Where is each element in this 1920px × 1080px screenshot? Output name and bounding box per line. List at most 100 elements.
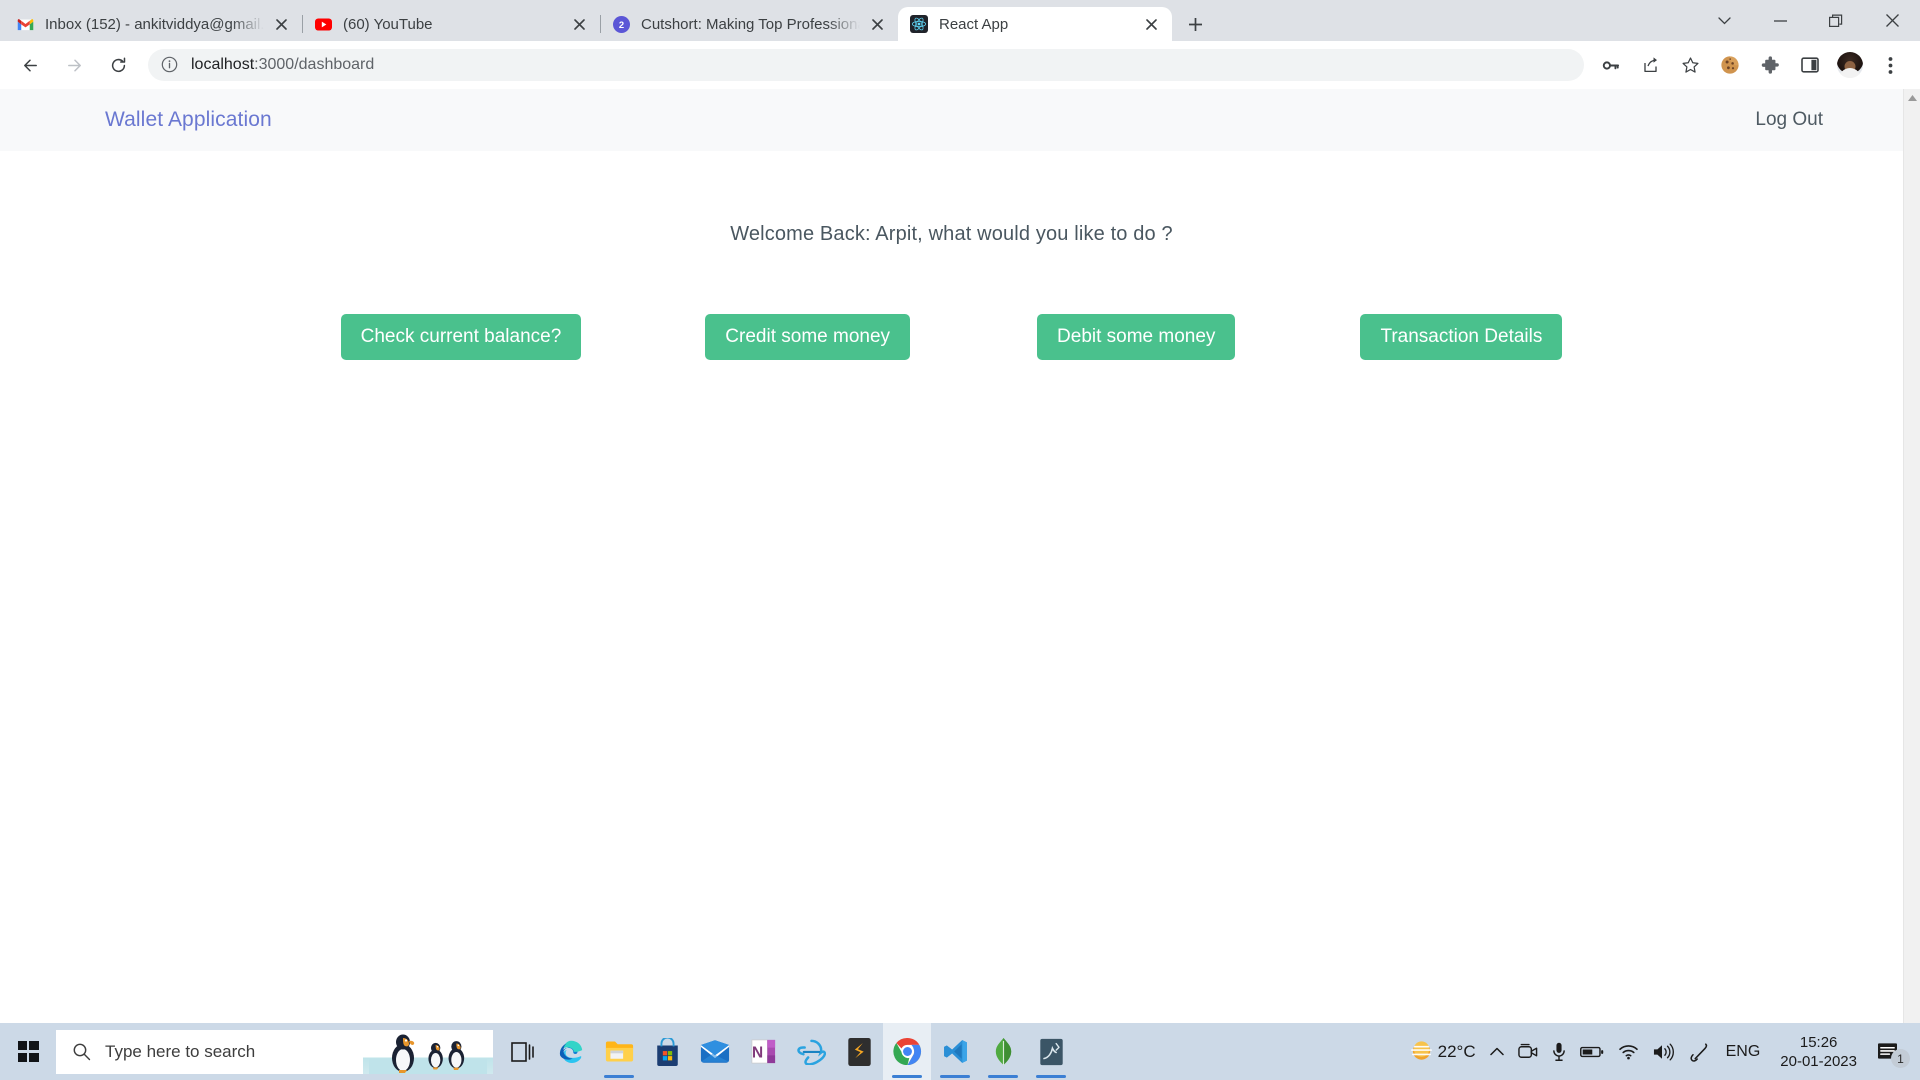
start-button[interactable]	[0, 1023, 56, 1080]
mail-icon[interactable]	[691, 1023, 739, 1080]
microsoft-edge-icon[interactable]	[547, 1023, 595, 1080]
url-host: localhost	[191, 56, 255, 73]
battery-icon[interactable]	[1573, 1023, 1611, 1080]
address-bar[interactable]: localhost:3000/dashboard	[148, 49, 1584, 81]
internet-explorer-icon[interactable]	[787, 1023, 835, 1080]
pen-ink-icon[interactable]	[1682, 1023, 1716, 1080]
close-window-button[interactable]	[1864, 0, 1920, 41]
notification-badge: 1	[1891, 1049, 1910, 1068]
taskbar-clock[interactable]: 15:26 20-01-2023	[1770, 1033, 1867, 1071]
browser-tab-gmail[interactable]: Inbox (152) - ankitviddya@gmail.	[4, 7, 302, 41]
new-tab-button[interactable]	[1178, 7, 1212, 41]
avatar	[1837, 52, 1863, 78]
tab-close-button[interactable]	[270, 13, 292, 35]
profile-avatar[interactable]	[1833, 48, 1867, 82]
penguins-image	[363, 1029, 493, 1074]
app-brand-link[interactable]: Wallet Application	[105, 108, 272, 132]
vs-code-icon[interactable]	[931, 1023, 979, 1080]
side-panel-icon[interactable]	[1793, 48, 1827, 82]
tab-strip: Inbox (152) - ankitviddya@gmail. (60) Yo…	[0, 0, 1920, 41]
tab-title: React App	[939, 15, 1009, 33]
scroll-up-button[interactable]	[1904, 89, 1920, 106]
gmail-icon	[16, 15, 34, 33]
temperature-label: 22°C	[1437, 1041, 1476, 1061]
volume-icon[interactable]	[1646, 1023, 1682, 1080]
taskbar-search-input[interactable]: Type here to search	[56, 1029, 493, 1074]
tab-close-button[interactable]	[866, 13, 888, 35]
clock-date: 20-01-2023	[1780, 1052, 1857, 1070]
cookie-icon[interactable]	[1713, 48, 1747, 82]
web-page: Wallet Application Log Out Welcome Back:…	[0, 89, 1903, 1056]
app-navbar: Wallet Application Log Out	[0, 89, 1903, 151]
share-icon[interactable]	[1633, 48, 1667, 82]
tab-search-button[interactable]	[1696, 0, 1752, 41]
browser-tab-cutshort[interactable]: 2 Cutshort: Making Top Professiona	[600, 7, 898, 41]
debit-money-button[interactable]: Debit some money	[1037, 314, 1236, 360]
minimize-icon	[1773, 19, 1787, 22]
sublime-text-icon[interactable]	[835, 1023, 883, 1080]
toolbar-actions	[1590, 48, 1910, 82]
browser-tab-youtube[interactable]: (60) YouTube	[302, 7, 600, 41]
scrollbar-track[interactable]	[1904, 106, 1920, 1039]
chevron-down-icon	[1717, 16, 1731, 24]
password-key-icon[interactable]	[1593, 48, 1627, 82]
weather-widget[interactable]: 22°C	[1402, 1023, 1483, 1080]
check-balance-button[interactable]: Check current balance?	[340, 314, 582, 360]
google-chrome-icon[interactable]	[883, 1023, 931, 1080]
mongodb-compass-icon[interactable]	[979, 1023, 1027, 1080]
action-button-row: Check current balance? Credit some money…	[0, 314, 1903, 360]
close-icon	[1885, 14, 1899, 27]
credit-money-button[interactable]: Credit some money	[705, 314, 911, 360]
system-tray: 22°C ENG 15:26 20-01-2023 1	[1402, 1023, 1920, 1080]
youtube-icon	[314, 15, 332, 33]
microsoft-store-icon[interactable]	[643, 1023, 691, 1080]
page-viewport: Wallet Application Log Out Welcome Back:…	[0, 89, 1920, 1056]
windows-taskbar: Type here to search N 22°C ENG 15:26 20-…	[0, 1023, 1920, 1080]
tab-title: Cutshort: Making Top Professiona	[641, 15, 860, 33]
tab-title: Inbox (152) - ankitviddya@gmail.	[45, 15, 264, 33]
back-button[interactable]	[13, 48, 47, 82]
reload-button[interactable]	[101, 48, 135, 82]
extensions-puzzle-icon[interactable]	[1753, 48, 1787, 82]
task-view-icon[interactable]	[499, 1023, 547, 1080]
scroll-up-arrow-icon	[1907, 94, 1917, 101]
window-controls	[1696, 0, 1920, 41]
microphone-icon[interactable]	[1545, 1023, 1573, 1080]
restore-icon	[1829, 14, 1843, 27]
transaction-details-button[interactable]: Transaction Details	[1360, 314, 1563, 360]
cutshort-icon: 2	[612, 15, 630, 33]
welcome-message: Welcome Back: Arpit, what would you like…	[730, 223, 1173, 245]
file-explorer-icon[interactable]	[595, 1023, 643, 1080]
show-hidden-icons-button[interactable]	[1483, 1023, 1511, 1080]
wifi-icon[interactable]	[1611, 1023, 1646, 1080]
page-scrollbar[interactable]	[1903, 89, 1920, 1056]
tab-close-button[interactable]	[1140, 13, 1162, 35]
search-placeholder: Type here to search	[105, 1041, 256, 1061]
maximize-button[interactable]	[1808, 0, 1864, 41]
search-icon	[73, 1043, 91, 1061]
tab-close-button[interactable]	[568, 13, 590, 35]
url-path: :3000/dashboard	[254, 56, 375, 73]
svg-text:N: N	[751, 1044, 762, 1061]
svg-text:2: 2	[618, 19, 623, 30]
notification-center-button[interactable]: 1	[1867, 1023, 1912, 1080]
language-indicator[interactable]: ENG	[1716, 1043, 1771, 1061]
onenote-icon[interactable]: N	[739, 1023, 787, 1080]
three-dot-menu-icon	[1888, 56, 1892, 74]
camera-icon[interactable]	[1511, 1023, 1545, 1080]
taskbar-app-icons: N	[499, 1023, 1075, 1080]
weather-sun-icon	[1410, 1040, 1432, 1060]
reload-icon	[111, 57, 125, 72]
minimize-button[interactable]	[1752, 0, 1808, 41]
forward-arrow-icon	[67, 59, 81, 71]
browser-menu-button[interactable]	[1873, 48, 1907, 82]
mysql-workbench-icon[interactable]	[1027, 1023, 1075, 1080]
browser-tab-react-app[interactable]: React App	[898, 7, 1172, 41]
plus-icon	[1188, 17, 1202, 31]
bookmark-star-icon[interactable]	[1673, 48, 1707, 82]
browser-window: Inbox (152) - ankitviddya@gmail. (60) Yo…	[0, 0, 1920, 1056]
logout-link[interactable]: Log Out	[1755, 109, 1823, 131]
back-arrow-icon	[23, 59, 37, 71]
info-circle-icon[interactable]	[161, 56, 179, 74]
forward-button[interactable]	[57, 48, 91, 82]
